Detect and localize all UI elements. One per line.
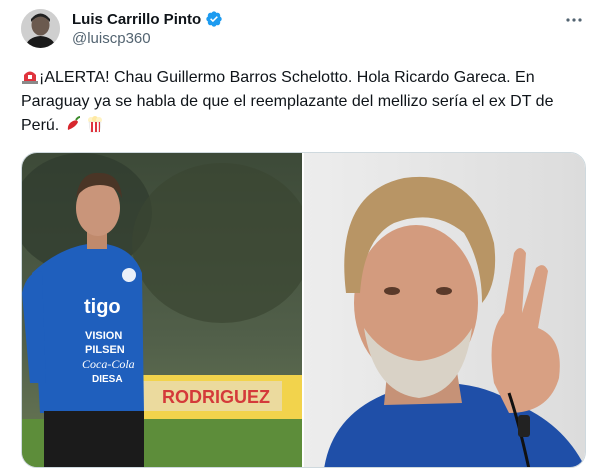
tweet: Luis Carrillo Pinto @luiscp360 ¡ALERTA! …	[0, 0, 596, 475]
rotating-light-icon	[21, 67, 39, 85]
media-grid[interactable]: RODRIGUEZ tigo VISION PILSEN Coca-Cola D…	[21, 152, 586, 468]
more-dots-icon	[566, 18, 582, 22]
more-options-button[interactable]	[562, 10, 586, 30]
shirt-sponsor-cocacola: Coca-Cola	[82, 357, 135, 371]
tweet-text: ¡ALERTA! Chau Guillermo Barros Schelotto…	[21, 66, 587, 138]
popcorn-icon	[86, 115, 104, 133]
photo-right[interactable]	[304, 153, 585, 467]
author-display-name[interactable]: Luis Carrillo Pinto	[72, 11, 201, 28]
banner-text: RODRIGUEZ	[162, 387, 270, 407]
shirt-sponsor-vision: VISION	[85, 330, 122, 342]
author-name-row: Luis Carrillo Pinto	[72, 10, 223, 28]
shirt-sponsor-diesa: DIESA	[92, 374, 123, 385]
author-handle[interactable]: @luiscp360	[72, 30, 151, 47]
photo-left[interactable]: RODRIGUEZ tigo VISION PILSEN Coca-Cola D…	[22, 153, 302, 467]
hot-pepper-icon	[64, 115, 82, 133]
shirt-sponsor-tigo: tigo	[84, 296, 121, 318]
shirt-sponsor-pilsen: PILSEN	[85, 344, 125, 356]
verified-badge-icon	[205, 10, 223, 28]
avatar[interactable]	[21, 9, 60, 48]
